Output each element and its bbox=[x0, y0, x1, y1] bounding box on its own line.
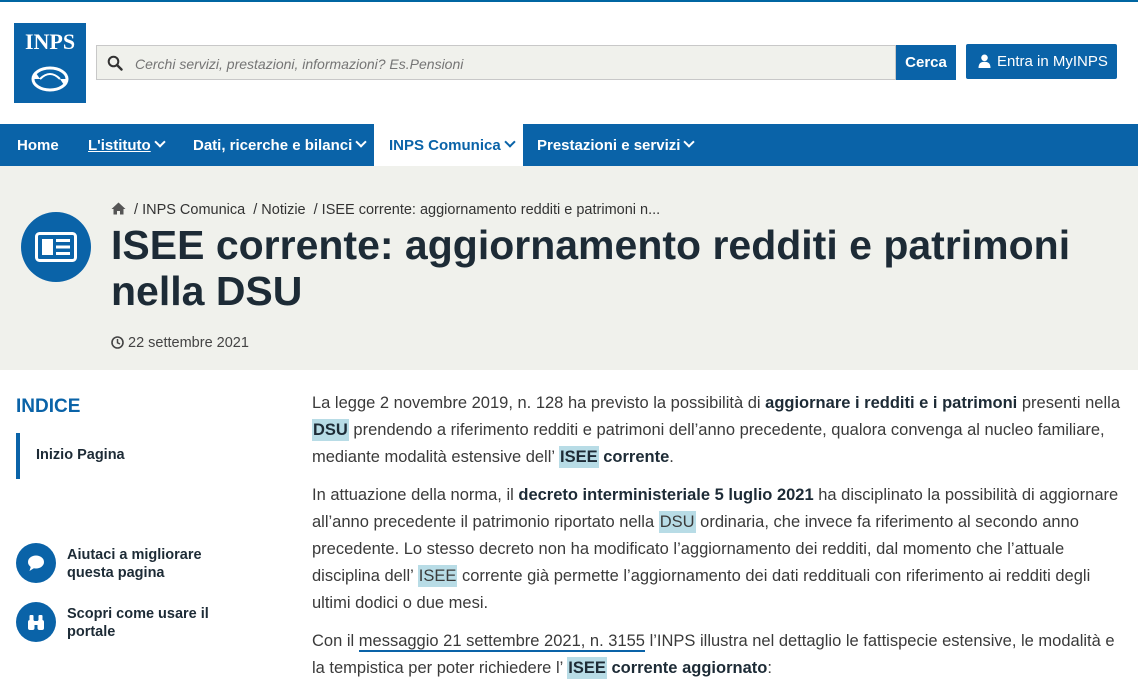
chevron-down-icon bbox=[504, 136, 516, 148]
text-run: prendendo a riferimento redditi e patrim… bbox=[312, 421, 1105, 466]
news-icon bbox=[21, 212, 91, 282]
message-link[interactable]: messaggio 21 settembre 2021, n. 3155 bbox=[358, 632, 645, 652]
text-run: In attuazione della norma, il bbox=[312, 486, 519, 504]
user-icon bbox=[978, 54, 991, 68]
chevron-down-icon bbox=[683, 136, 696, 148]
glossary-term-isee[interactable]: ISEE bbox=[559, 446, 599, 468]
logo-text: INPS bbox=[24, 29, 76, 54]
search-icon bbox=[107, 55, 123, 71]
glossary-term-isee[interactable]: ISEE bbox=[567, 657, 607, 679]
guide-link[interactable]: Scopri come usare il portale bbox=[16, 602, 266, 644]
breadcrumb: / INPS Comunica / Notizie / ISEE corrente: … bbox=[111, 201, 660, 218]
breadcrumb-link-comunica[interactable]: INPS Comunica bbox=[142, 202, 245, 218]
login-label: Entra in MyINPS bbox=[997, 53, 1108, 70]
binoculars-icon bbox=[16, 602, 56, 642]
nav-dati-label: Dati, ricerche e bilanci bbox=[193, 137, 353, 154]
article-paragraph-1: La legge 2 novembre 2019, n. 128 ha prev… bbox=[312, 390, 1124, 471]
inps-logo[interactable]: INPS bbox=[14, 23, 86, 103]
nav-dati[interactable]: Dati, ricerche e bilanci bbox=[177, 124, 381, 166]
glossary-term-dsu[interactable]: DSU bbox=[312, 419, 349, 441]
text-run: : bbox=[767, 659, 772, 677]
breadcrumb-separator: / bbox=[313, 202, 318, 218]
nav-istituto-label: L'istituto bbox=[88, 137, 151, 154]
text-run: La legge 2 novembre 2019, n. 128 ha prev… bbox=[312, 394, 766, 412]
breadcrumb-link-notizie[interactable]: Notizie bbox=[261, 202, 305, 218]
main-nav: Home L'istituto Dati, ricerche e bilanci… bbox=[0, 124, 1138, 166]
publish-date: 22 settembre 2021 bbox=[111, 334, 249, 351]
page-header: / INPS Comunica / Notizie / ISEE corrente: … bbox=[0, 166, 1138, 370]
toc-item-label: Inizio Pagina bbox=[36, 447, 125, 463]
clock-icon bbox=[111, 336, 124, 349]
chevron-down-icon bbox=[355, 136, 367, 148]
bold-text: aggiornare i redditi e i patrimoni bbox=[765, 394, 1018, 412]
article-body: La legge 2 novembre 2019, n. 128 ha prev… bbox=[312, 390, 1124, 693]
nav-comunica[interactable]: INPS Comunica bbox=[374, 124, 523, 166]
top-accent-line bbox=[0, 0, 1138, 2]
breadcrumb-separator: / bbox=[253, 202, 258, 218]
glossary-term-dsu[interactable]: DSU bbox=[658, 511, 696, 533]
nav-prestazioni-label: Prestazioni e servizi bbox=[537, 137, 681, 154]
comment-icon bbox=[16, 543, 56, 583]
nav-home-label: Home bbox=[17, 137, 59, 154]
bold-text: decreto interministeriale 5 luglio 2021 bbox=[518, 486, 814, 504]
search-button[interactable]: Cerca bbox=[896, 45, 956, 80]
text-run: Con il bbox=[312, 632, 359, 650]
chevron-down-icon bbox=[154, 136, 166, 148]
text-run: presenti nella bbox=[1017, 394, 1120, 412]
login-button[interactable]: Entra in MyINPS bbox=[966, 44, 1117, 79]
glossary-term-isee[interactable]: ISEE bbox=[417, 565, 458, 587]
feedback-label: Aiutaci a migliorare questa pagina bbox=[67, 547, 202, 581]
article-paragraph-3: Con il messaggio 21 settembre 2021, n. 3… bbox=[312, 628, 1124, 682]
date-text: 22 settembre 2021 bbox=[128, 335, 249, 351]
feedback-link[interactable]: Aiutaci a migliorare questa pagina bbox=[16, 543, 266, 585]
text-run: . bbox=[669, 448, 674, 466]
bold-text: corrente bbox=[598, 448, 670, 466]
nav-istituto[interactable]: L'istituto bbox=[72, 124, 180, 166]
page-title: ISEE corrente: aggiornamento redditi e p… bbox=[111, 222, 1071, 314]
search-bar bbox=[96, 45, 896, 80]
nav-home[interactable]: Home bbox=[0, 124, 76, 166]
nav-prestazioni[interactable]: Prestazioni e servizi bbox=[523, 124, 707, 166]
article-paragraph-2: In attuazione della norma, il decreto in… bbox=[312, 482, 1124, 617]
home-icon[interactable] bbox=[111, 202, 126, 215]
toc-item-inizio[interactable]: Inizio Pagina bbox=[16, 433, 125, 479]
logo-arrows-icon bbox=[31, 66, 69, 92]
guide-label: Scopri come usare il portale bbox=[67, 606, 209, 640]
breadcrumb-current: ISEE corrente: aggiornamento redditi e p… bbox=[321, 202, 661, 218]
nav-comunica-label: INPS Comunica bbox=[389, 137, 501, 154]
breadcrumb-separator: / bbox=[134, 202, 139, 218]
search-input[interactable] bbox=[133, 50, 877, 78]
index-title: INDICE bbox=[16, 396, 81, 417]
bold-text: corrente aggiornato bbox=[606, 659, 768, 677]
